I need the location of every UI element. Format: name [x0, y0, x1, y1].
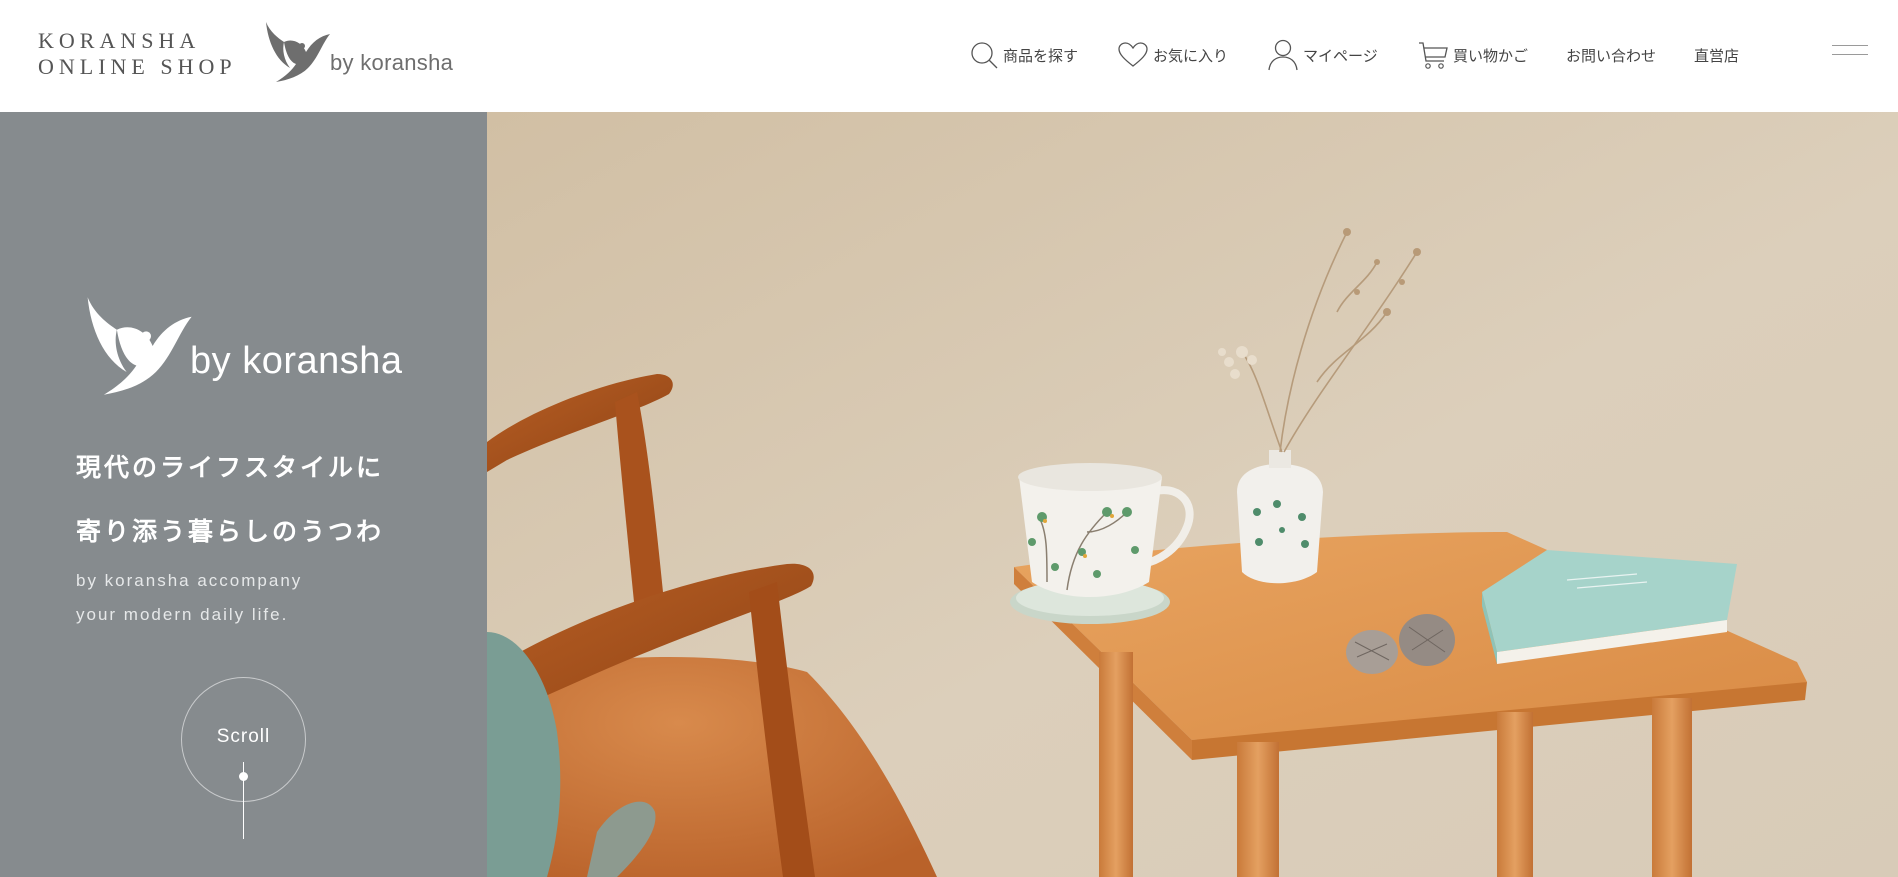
- hero-tagline-en-line2: your modern daily life.: [76, 605, 289, 624]
- koransha-online-shop-logo[interactable]: KORANSHA ONLINE SHOP: [38, 28, 237, 80]
- site-header: KORANSHA ONLINE SHOP by koransha 商品を探す お…: [0, 0, 1898, 112]
- nav-mypage[interactable]: マイページ: [1268, 38, 1378, 72]
- table-leg-back-right: [1497, 712, 1533, 877]
- flower-vase: [1237, 464, 1323, 584]
- hero-tagline-jp-line2: 寄り添う暮らしのうつわ: [76, 517, 385, 546]
- cart-icon: [1419, 42, 1448, 69]
- nav-contact-label: お問い合わせ: [1566, 46, 1657, 65]
- nav-favorites-label: お気に入り: [1153, 46, 1229, 65]
- search-icon: [971, 42, 998, 69]
- nav-favorites[interactable]: お気に入り: [1118, 38, 1228, 72]
- hero-tagline-jp: 現代のライフスタイルに 寄り添う暮らしのうつわ: [76, 436, 384, 564]
- hero-photo-illustration: [487, 112, 1898, 877]
- nav-cart[interactable]: 買い物かご: [1418, 38, 1528, 72]
- user-icon: [1268, 39, 1298, 71]
- nav-search-label: 商品を探す: [1003, 46, 1079, 65]
- hero-photo: [487, 112, 1898, 877]
- hero-tagline-en: by koransha accompany your modern daily …: [76, 564, 302, 632]
- bird-logo-icon: [87, 297, 192, 395]
- hamburger-icon-line: [1832, 54, 1868, 55]
- hamburger-icon: [1832, 45, 1868, 46]
- hamburger-menu-button[interactable]: [1830, 38, 1870, 62]
- nav-mypage-label: マイページ: [1303, 46, 1378, 65]
- bird-logo-icon: [266, 22, 330, 82]
- nav-stores[interactable]: 直営店: [1694, 38, 1739, 72]
- scroll-indicator-dot: [239, 772, 248, 781]
- nav-stores-label: 直営店: [1694, 46, 1740, 65]
- hero-brand-logo: by koransha: [78, 294, 408, 404]
- table-leg-front-right: [1652, 698, 1692, 877]
- brand-logo-text: by koransha: [330, 50, 454, 75]
- nav-cart-label: 買い物かご: [1453, 46, 1529, 65]
- hero-brand-logo-text: by koransha: [190, 340, 403, 382]
- scroll-label: Scroll: [216, 726, 271, 747]
- heart-icon: [1118, 42, 1148, 67]
- shop-logo-line1: KORANSHA: [38, 28, 201, 53]
- table-leg-back-left: [1099, 652, 1133, 877]
- table-leg-front-left: [1237, 742, 1279, 877]
- hero-tagline-jp-line1: 現代のライフスタイルに: [76, 453, 385, 482]
- nav-search[interactable]: 商品を探す: [970, 38, 1078, 72]
- hero-tagline-en-line1: by koransha accompany: [76, 571, 303, 590]
- nav-contact[interactable]: お問い合わせ: [1566, 38, 1656, 72]
- by-koransha-logo[interactable]: by koransha: [262, 20, 462, 90]
- shop-logo-line2: ONLINE SHOP: [38, 53, 237, 79]
